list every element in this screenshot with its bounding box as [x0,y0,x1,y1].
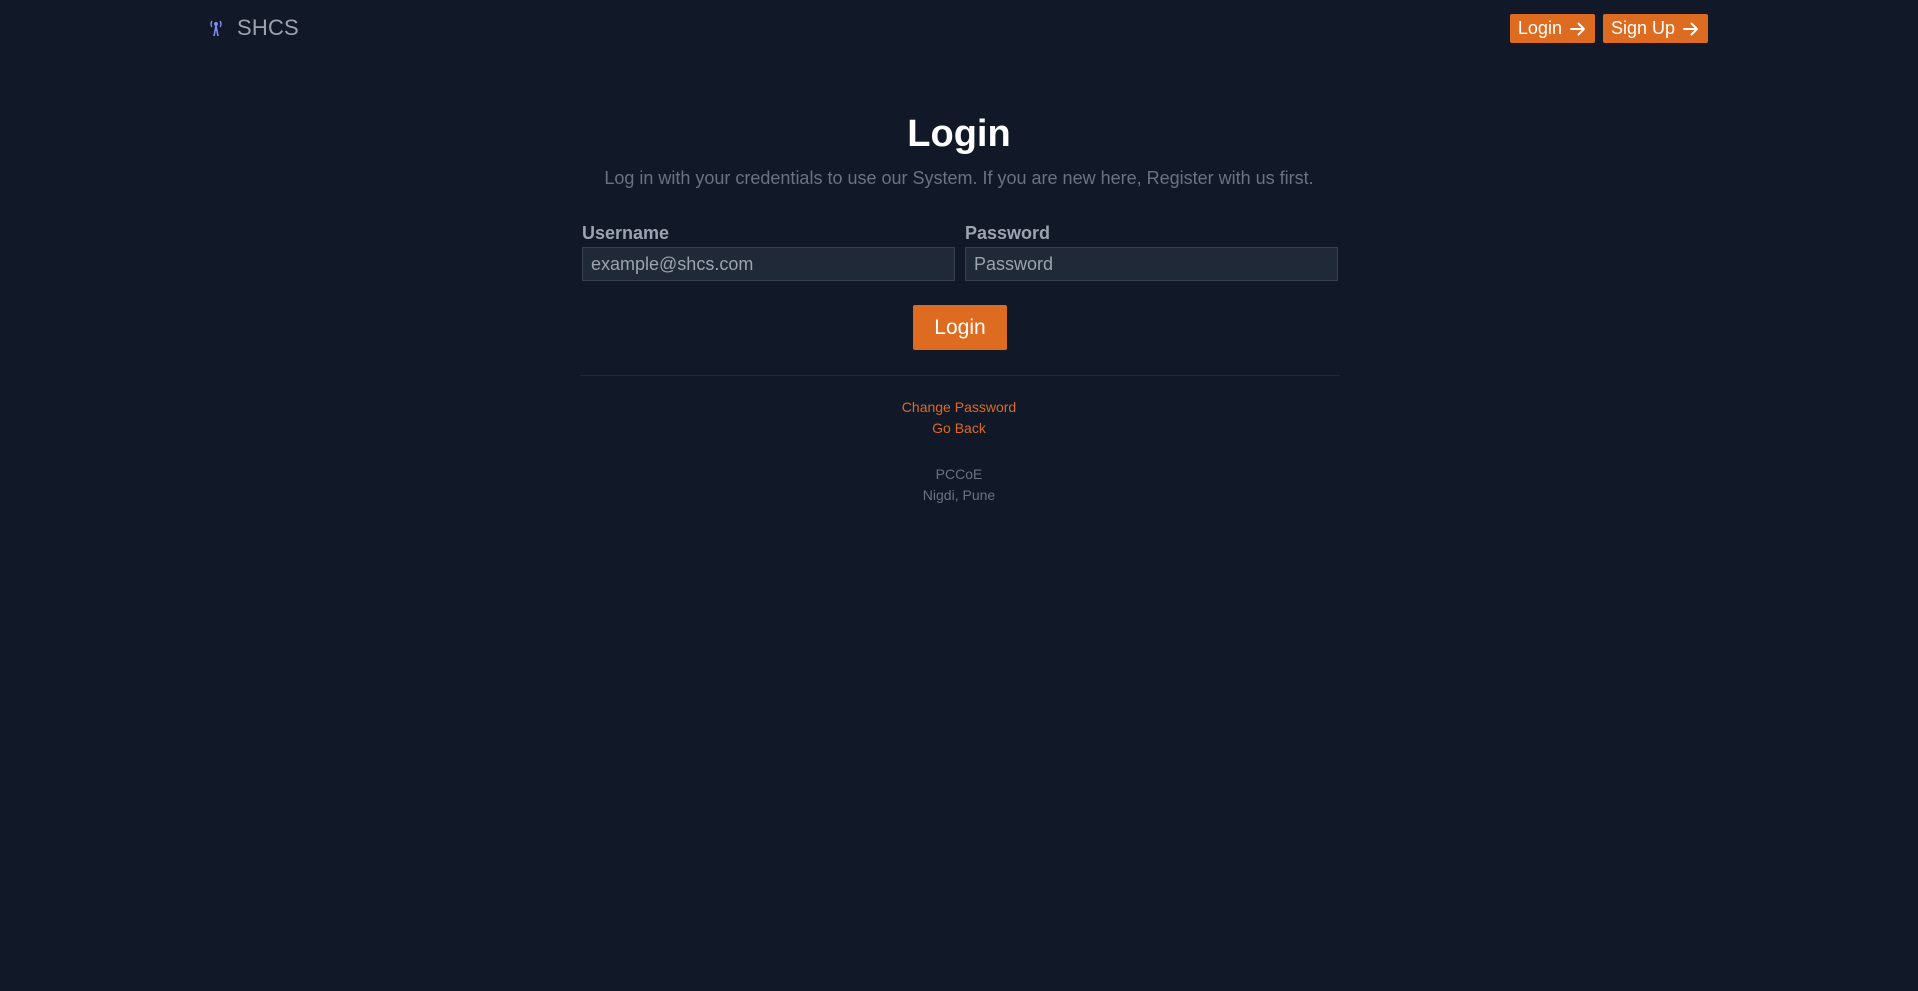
brand[interactable]: SHCS [208,13,299,43]
arrow-right-icon [1569,20,1587,38]
form-links: Change Password Go Back [0,397,1918,439]
username-label: Username [582,223,670,243]
nav-login-label: Login [1517,18,1562,38]
password-label: Password [965,223,1051,243]
username-field-group: Username [582,222,955,281]
login-page: SHCS Login Sign Up Login Log in with you… [0,0,1918,991]
password-field-group: Password [965,222,1338,281]
page-title: Login [907,113,1011,155]
nav-login-button[interactable]: Login [1509,14,1595,43]
footer-institution: PCCoE [935,466,983,482]
footer: PCCoE Nigdi, Pune [0,464,1918,506]
login-submit-button[interactable]: Login [913,305,1007,350]
tower-icon [208,19,224,37]
change-password-link[interactable]: Change Password [0,397,1918,418]
password-input[interactable] [965,247,1338,281]
brand-name: SHCS [237,15,299,40]
username-input[interactable] [582,247,955,281]
header-nav: Login Sign Up [1509,14,1708,43]
footer-location: Nigdi, Pune [922,487,996,503]
page-subtitle: Log in with your credentials to use our … [604,168,1314,188]
nav-signup-label: Sign Up [1610,18,1675,38]
go-back-link[interactable]: Go Back [0,418,1918,439]
arrow-right-icon [1682,20,1700,38]
divider [580,375,1340,376]
nav-signup-button[interactable]: Sign Up [1602,14,1708,43]
